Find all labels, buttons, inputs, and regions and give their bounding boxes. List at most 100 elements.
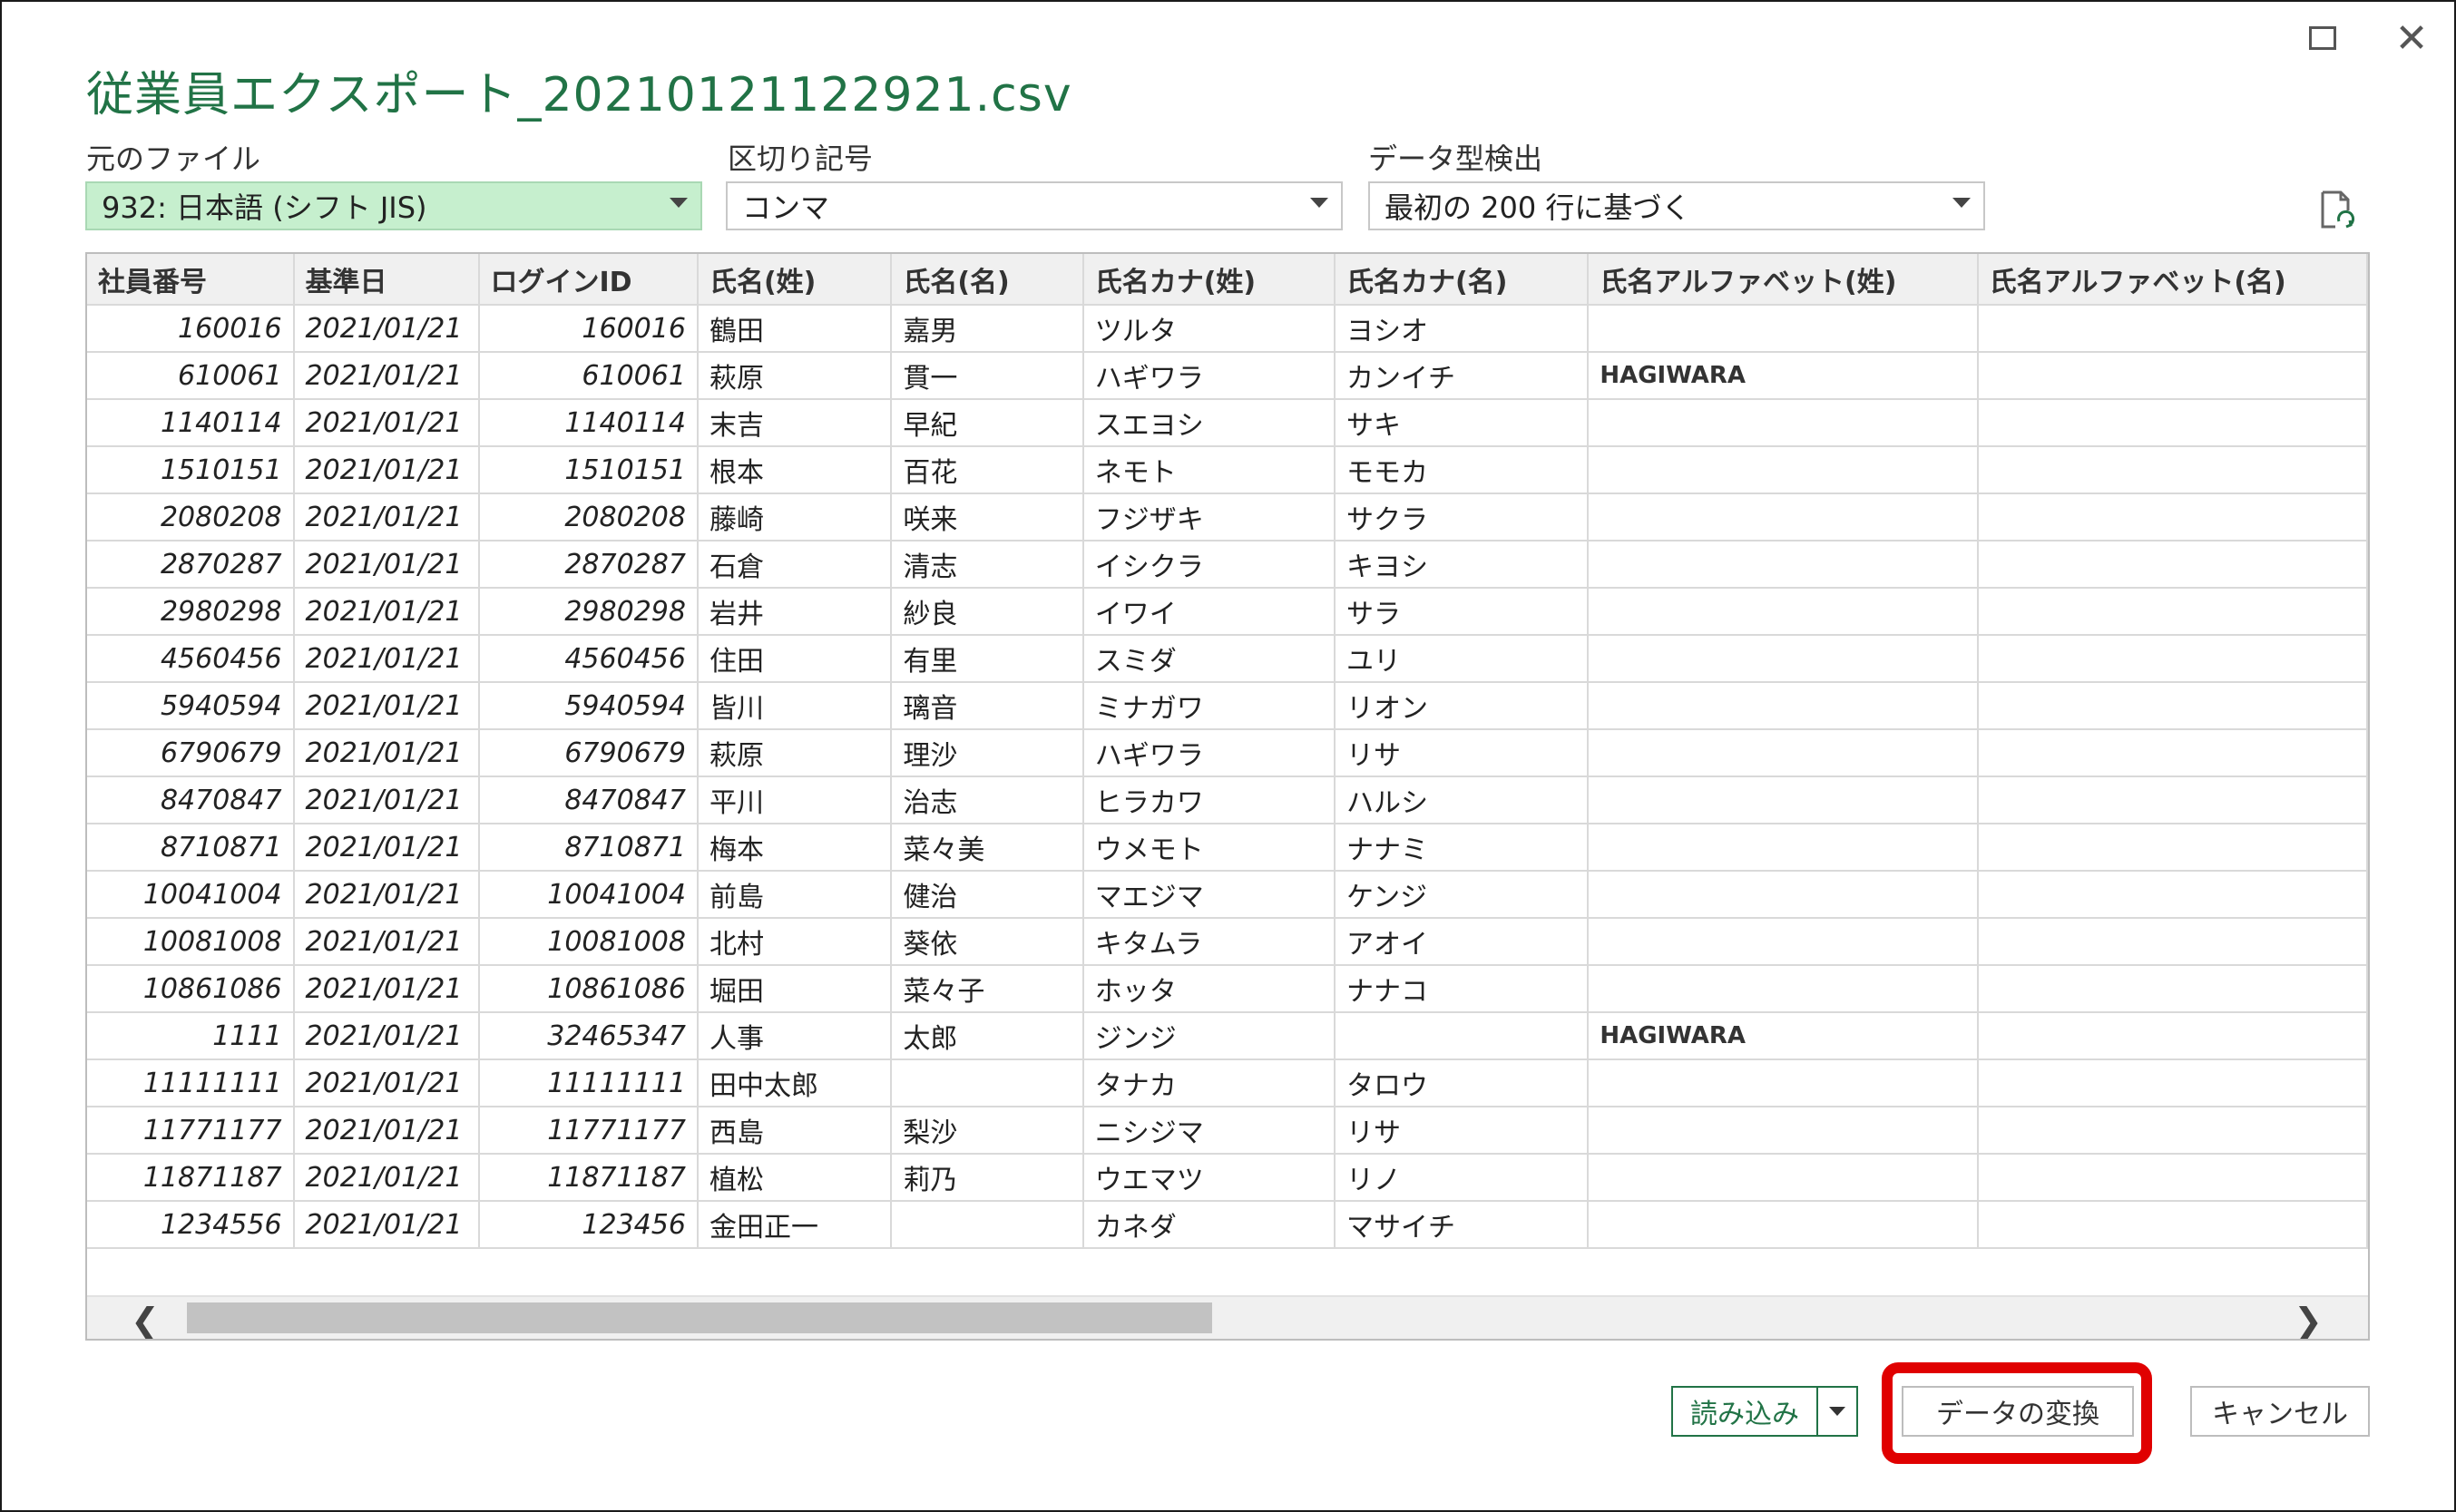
table-row: 11771177 2021/01/21 11771177 西島 梨沙 ニシジマ リサ [87,1107,2368,1155]
table-cell: 1111 [87,1012,295,1060]
close-button[interactable]: ✕ [2384,11,2439,65]
scroll-left-icon[interactable]: ❮ [131,1301,160,1339]
table-cell [1977,1201,2368,1249]
delimiter-dropdown[interactable]: コンマ [726,181,1343,230]
table-cell [1977,446,2368,494]
scroll-right-icon[interactable]: ❯ [2294,1301,2323,1339]
table-cell: 32465347 [478,1012,699,1060]
maximize-button[interactable] [2295,11,2350,65]
table-row: 5940594 2021/01/21 5940594 皆川 璃音 ミナガワ リオン [87,682,2368,730]
load-button[interactable]: 読み込み [1671,1386,1818,1437]
table-cell: 紗良 [891,588,1084,636]
table-cell [1588,824,1979,872]
chevron-down-icon [1310,198,1328,208]
table-cell: 太郎 [891,1012,1084,1060]
load-dropdown-button[interactable] [1816,1386,1858,1437]
table-cell: ミナガワ [1082,682,1336,730]
header-row: 社員番号 基準日 ログインID 氏名(姓) 氏名(名) 氏名カナ(姓) 氏名カナ(名) 氏名ア… [87,254,2368,306]
table-cell [1588,918,1979,966]
table-cell [1588,682,1979,730]
table-cell: タロウ [1335,1059,1590,1107]
detection-dropdown[interactable]: 最初の 200 行に基づく [1368,181,1985,230]
table-cell: 10861086 [87,965,295,1013]
cancel-button[interactable]: キャンセル [2190,1386,2370,1437]
table-cell: タナカ [1082,1059,1336,1107]
table-row: 2870287 2021/01/21 2870287 石倉 清志 イシクラ キヨシ [87,541,2368,589]
table-row: 1234556 2021/01/21 123456 金田正一 カネダ マサイチ [87,1201,2368,1249]
table-cell: 早紀 [891,399,1084,447]
table-cell: 5940594 [87,682,295,730]
table-cell: ナナコ [1335,965,1590,1013]
table-cell: フジザキ [1082,493,1336,541]
column-header[interactable]: 基準日 [293,254,480,306]
table-cell: 11771177 [87,1107,295,1155]
table-cell: ウエマツ [1082,1154,1336,1202]
table-row: 8710871 2021/01/21 8710871 梅本 菜々美 ウメモト ナナミ [87,824,2368,872]
table-cell: 2021/01/21 [293,541,480,589]
table-cell: 2021/01/21 [293,824,480,872]
table-cell: スエヨシ [1082,399,1336,447]
horizontal-scrollbar[interactable]: ❮ ❯ [87,1295,2368,1339]
table-row: 2080208 2021/01/21 2080208 藤崎 咲来 フジザキ サクラ [87,493,2368,541]
file-origin-dropdown[interactable]: 932: 日本語 (シフト JIS) [85,181,702,230]
table-cell [1977,305,2368,353]
table-cell: 有里 [891,635,1084,683]
table-cell [1588,871,1979,919]
column-header[interactable]: 社員番号 [87,254,295,306]
table-cell: ヒラカワ [1082,776,1336,824]
table-row: 11111111 2021/01/21 11111111 田中太郎 タナカ タロウ [87,1059,2368,1107]
column-header[interactable]: 氏名(名) [891,254,1084,306]
table-cell: 5940594 [478,682,699,730]
table-cell: イシクラ [1082,541,1336,589]
table-cell: 2980298 [87,588,295,636]
table-cell: 菜々子 [891,965,1084,1013]
table-cell [1588,446,1979,494]
table-row: 2980298 2021/01/21 2980298 岩井 紗良 イワイ サラ [87,588,2368,636]
table-cell [1977,729,2368,777]
table-cell: 2021/01/21 [293,871,480,919]
column-header[interactable]: 氏名カナ(姓) [1082,254,1336,306]
table-cell: ハギワラ [1082,729,1336,777]
table-row: 160016 2021/01/21 160016 鶴田 嘉男 ツルタ ヨシオ [87,305,2368,353]
table-cell: HAGIWARA [1588,1012,1979,1060]
table-cell: 10041004 [87,871,295,919]
table-cell: 堀田 [697,965,893,1013]
table-row: 610061 2021/01/21 610061 萩原 貫一 ハギワラ カンイチ HAGIWA… [87,352,2368,400]
table-cell [1588,541,1979,589]
table-cell [1588,493,1979,541]
table-cell [1977,682,2368,730]
delimiter-value: コンマ [742,190,830,225]
table-cell: ニシジマ [1082,1107,1336,1155]
table-cell [1588,1107,1979,1155]
table-cell: 8710871 [478,824,699,872]
table-cell: 菜々美 [891,824,1084,872]
table-cell: 10081008 [87,918,295,966]
column-header[interactable]: 氏名(姓) [697,254,893,306]
column-header[interactable]: 氏名アルファベット(姓) [1588,254,1979,306]
table-cell: 2021/01/21 [293,352,480,400]
table-cell [1977,776,2368,824]
table-cell: リノ [1335,1154,1590,1202]
column-header[interactable]: 氏名アルファベット(名) [1977,254,2368,306]
table-cell: 2021/01/21 [293,399,480,447]
column-header[interactable]: ログインID [478,254,699,306]
column-header[interactable]: 氏名カナ(名) [1335,254,1590,306]
table-cell: 2021/01/21 [293,588,480,636]
table-cell: キヨシ [1335,541,1590,589]
detection-value: 最初の 200 行に基づく [1385,190,1691,225]
table-cell: ケンジ [1335,871,1590,919]
table-cell: 8470847 [478,776,699,824]
table-cell: 理沙 [891,729,1084,777]
table-cell: 萩原 [697,729,893,777]
table-cell [1977,918,2368,966]
refresh-icon[interactable] [2319,190,2355,230]
table-cell: 岩井 [697,588,893,636]
table-cell: 嘉男 [891,305,1084,353]
scrollbar-thumb[interactable] [187,1302,1212,1333]
table-cell [1977,1059,2368,1107]
table-cell: 1234556 [87,1201,295,1249]
table-cell: 6790679 [478,729,699,777]
table-cell: 梨沙 [891,1107,1084,1155]
table-cell: 2021/01/21 [293,446,480,494]
table-cell: ジンジ [1082,1012,1336,1060]
